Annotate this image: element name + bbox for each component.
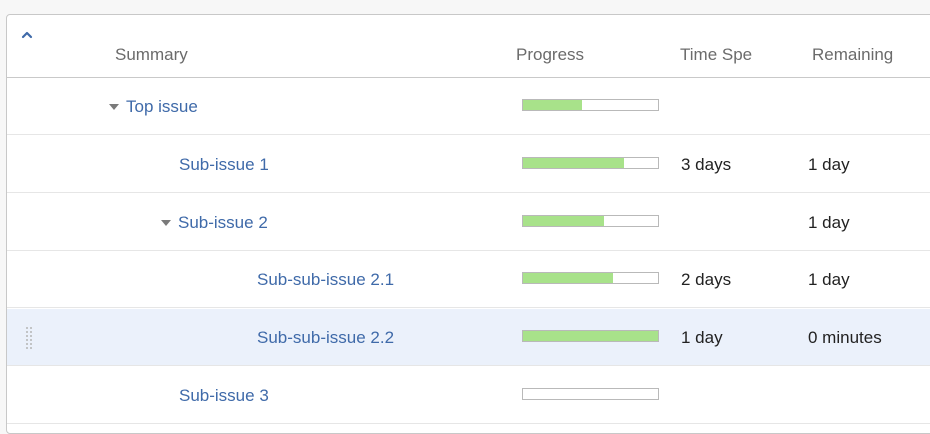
column-header-summary[interactable]: Summary [115, 45, 188, 65]
issue-link[interactable]: Sub-sub-issue 2.1 [257, 270, 394, 289]
time-spent-cell: 1 day [681, 328, 723, 347]
time-spent-cell: 3 days [681, 155, 732, 174]
progress-bar-fill [523, 100, 583, 110]
table-row[interactable]: Sub-issue 3 [7, 367, 930, 424]
column-header-time-spent[interactable]: Time Spe [680, 45, 782, 65]
drag-handle-icon[interactable] [25, 326, 33, 350]
progress-bar [522, 272, 659, 284]
progress-bar-fill [523, 273, 614, 283]
issue-hierarchy-grid: Summary Progress Time Spe Remaining Top … [0, 0, 930, 424]
expand-toggle-icon[interactable] [109, 103, 119, 110]
progress-bar-fill [523, 331, 658, 341]
summary-cell: Top issue [109, 78, 198, 135]
issue-link[interactable]: Sub-sub-issue 2.2 [257, 328, 394, 347]
chevron-up-icon[interactable] [20, 28, 34, 42]
issue-link[interactable]: Top issue [126, 97, 198, 116]
progress-bar [522, 215, 659, 227]
remaining-cell: 1 day [808, 213, 850, 232]
expand-toggle-icon[interactable] [161, 219, 171, 226]
summary-cell: Sub-sub-issue 2.2 [257, 309, 394, 366]
remaining-cell: 0 minutes [808, 328, 882, 347]
progress-bar-fill [523, 158, 625, 168]
table-row[interactable]: Sub-sub-issue 2.2 1 day 0 minutes [7, 309, 930, 366]
progress-bar [522, 388, 659, 400]
table-row[interactable]: Sub-issue 1 3 days 1 day [7, 136, 930, 193]
progress-bar [522, 157, 659, 169]
progress-bar-fill [523, 216, 604, 226]
summary-cell: Sub-issue 1 [179, 136, 269, 193]
remaining-cell: 1 day [808, 155, 850, 174]
table-row[interactable]: Sub-issue 2 1 day [7, 194, 930, 251]
remaining-cell: 1 day [808, 270, 850, 289]
summary-cell: Sub-sub-issue 2.1 [257, 251, 394, 308]
issue-link[interactable]: Sub-issue 1 [179, 155, 269, 174]
column-header-progress[interactable]: Progress [516, 45, 584, 65]
progress-bar [522, 99, 659, 111]
column-header-remaining[interactable]: Remaining [812, 45, 930, 65]
summary-cell: Sub-issue 3 [179, 367, 269, 424]
issue-link[interactable]: Sub-issue 2 [178, 213, 268, 232]
issue-link[interactable]: Sub-issue 3 [179, 386, 269, 405]
progress-bar [522, 330, 659, 342]
table-row[interactable]: Sub-sub-issue 2.1 2 days 1 day [7, 251, 930, 308]
time-spent-cell: 2 days [681, 270, 732, 289]
table-row[interactable]: Top issue [7, 78, 930, 135]
table-header: Summary Progress Time Spe Remaining [6, 15, 930, 78]
summary-cell: Sub-issue 2 [161, 194, 268, 251]
